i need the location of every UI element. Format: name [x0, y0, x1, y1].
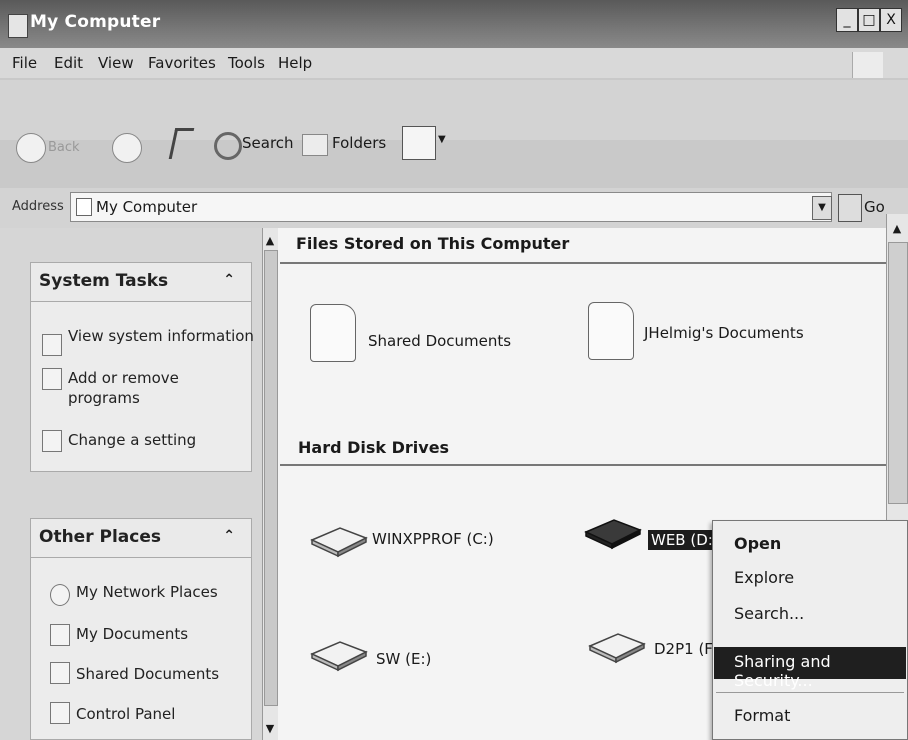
search-button[interactable]: Search: [242, 134, 294, 152]
address-label: Address: [12, 199, 64, 214]
other-places-title: Other Places: [39, 527, 161, 547]
control-panel-icon: [42, 430, 62, 452]
drive-d-label-selected[interactable]: WEB (D:: [648, 530, 716, 550]
files-section-title: Files Stored on This Computer: [296, 234, 570, 253]
user-documents-folder-label[interactable]: JHelmig's Documents: [644, 324, 804, 342]
my-computer-small-icon: [76, 198, 92, 216]
context-menu-explore[interactable]: Explore: [734, 568, 794, 587]
drive-f-label[interactable]: D2P1 (F:: [654, 640, 717, 658]
menu-help[interactable]: Help: [278, 54, 312, 72]
context-menu-sharing-and-security[interactable]: Sharing and Security...: [734, 652, 908, 690]
menu-edit[interactable]: Edit: [54, 54, 83, 72]
collapse-chevron-icon[interactable]: ⌃: [223, 272, 235, 288]
hard-drive-icon[interactable]: [310, 636, 368, 672]
add-remove-programs-link[interactable]: Add or remove programs: [68, 368, 198, 408]
windows-logo-icon: [852, 52, 883, 78]
scroll-up-arrow-icon[interactable]: ▲: [886, 222, 908, 235]
drive-c-label[interactable]: WINXPPROF (C:): [372, 530, 494, 548]
system-tasks-header[interactable]: System Tasks ⌃: [30, 262, 252, 302]
control-panel-icon: [50, 702, 70, 724]
toolbar: [0, 80, 908, 140]
context-menu-separator: [716, 692, 904, 693]
control-panel-link[interactable]: Control Panel: [76, 704, 175, 724]
go-arrow-icon[interactable]: [838, 194, 862, 222]
hard-drive-icon[interactable]: [584, 514, 642, 550]
views-icon[interactable]: [402, 126, 436, 160]
context-menu-open[interactable]: Open: [734, 534, 781, 553]
maximize-button[interactable]: □: [858, 8, 880, 32]
hard-drive-icon[interactable]: [588, 628, 646, 664]
drive-e-label[interactable]: SW (E:): [376, 650, 431, 668]
back-arrow-icon[interactable]: [16, 133, 46, 163]
change-a-setting-link[interactable]: Change a setting: [68, 430, 196, 450]
files-section-divider: [280, 262, 886, 264]
shared-documents-icon: [50, 662, 70, 684]
views-dropdown-arrow-icon[interactable]: ▼: [438, 134, 446, 145]
folder-icon[interactable]: [588, 302, 634, 360]
menu-file[interactable]: File: [12, 54, 37, 72]
task-pane-scroll-thumb[interactable]: [264, 250, 278, 706]
my-documents-icon: [50, 624, 70, 646]
go-button[interactable]: Go: [864, 198, 885, 216]
menu-tools[interactable]: Tools: [228, 54, 265, 72]
menu-bar: [0, 48, 908, 78]
address-value[interactable]: My Computer: [96, 198, 197, 216]
menu-favorites[interactable]: Favorites: [148, 54, 216, 72]
shared-documents-folder-label[interactable]: Shared Documents: [368, 332, 511, 350]
hard-drive-icon[interactable]: [310, 522, 368, 558]
system-info-icon: [42, 334, 62, 356]
shared-documents-link[interactable]: Shared Documents: [76, 664, 219, 684]
collapse-chevron-icon[interactable]: ⌃: [223, 528, 235, 544]
window-title: My Computer: [30, 12, 161, 32]
system-tasks-title: System Tasks: [39, 271, 169, 291]
view-system-information-link[interactable]: View system information: [68, 326, 254, 346]
address-dropdown-icon[interactable]: ▼: [812, 196, 832, 220]
other-places-header[interactable]: Other Places ⌃: [30, 518, 252, 558]
scroll-down-arrow-icon[interactable]: ▼: [262, 722, 278, 735]
forward-arrow-icon[interactable]: [112, 133, 142, 163]
my-documents-link[interactable]: My Documents: [76, 624, 188, 644]
context-menu-format[interactable]: Format: [734, 706, 790, 725]
network-places-icon: [50, 584, 70, 606]
folder-icon[interactable]: [310, 304, 356, 362]
drives-section-divider: [280, 464, 886, 466]
contents-scroll-thumb[interactable]: [888, 242, 908, 504]
drives-section-title: Hard Disk Drives: [298, 438, 450, 457]
add-remove-programs-icon: [42, 368, 62, 390]
folders-icon[interactable]: [302, 134, 328, 156]
folders-button[interactable]: Folders: [332, 134, 386, 152]
search-icon[interactable]: [214, 132, 242, 160]
context-menu-search[interactable]: Search...: [734, 604, 804, 623]
minimize-button[interactable]: _: [836, 8, 858, 32]
menu-view[interactable]: View: [98, 54, 134, 72]
back-button-label[interactable]: Back: [48, 140, 80, 155]
my-network-places-link[interactable]: My Network Places: [76, 582, 218, 602]
my-computer-app-icon: [8, 14, 28, 38]
close-button[interactable]: X: [880, 8, 902, 32]
scroll-up-arrow-icon[interactable]: ▲: [262, 234, 278, 247]
